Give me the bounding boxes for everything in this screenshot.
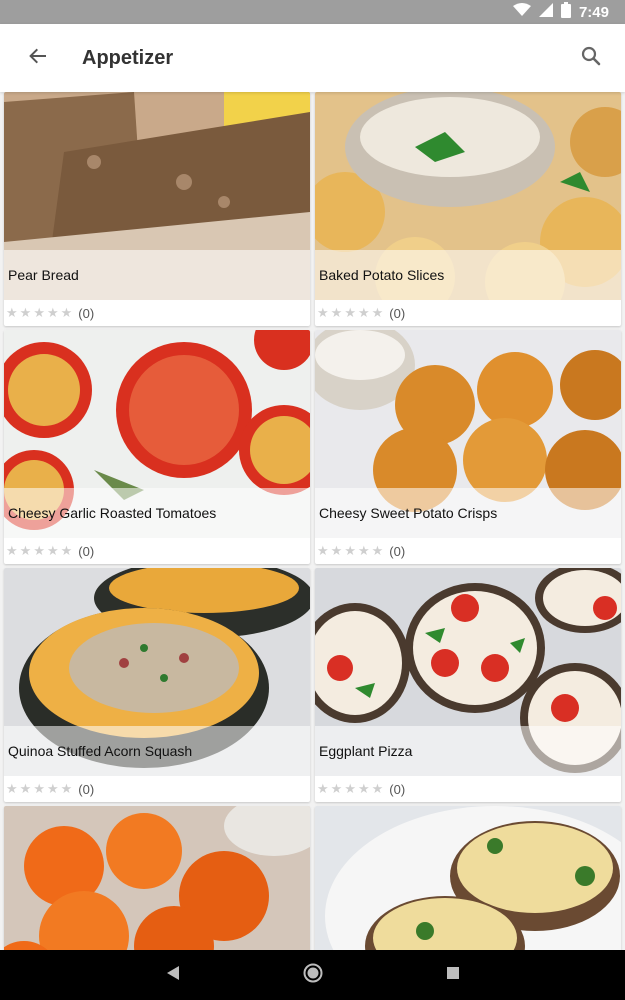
recipe-photo: [315, 806, 621, 950]
nav-home-button[interactable]: [298, 960, 328, 990]
recipe-card[interactable]: Eggplant Pizza ★ ★ ★ ★ ★ (0): [315, 568, 621, 802]
star-icon: ★: [344, 781, 356, 796]
star-icon: ★: [33, 305, 45, 320]
star-icon: ★: [19, 781, 32, 796]
star-icon: ★: [46, 781, 59, 796]
star-icon: ★: [317, 781, 329, 796]
status-time: 7:49: [578, 3, 609, 21]
recipe-card[interactable]: [315, 806, 621, 950]
star-icon: ★: [357, 543, 370, 558]
star-icon: ★: [371, 543, 384, 558]
recipe-photo: [4, 806, 310, 950]
rating-count: (0): [389, 305, 406, 321]
nav-recents-icon: [446, 966, 460, 985]
star-icon: ★: [357, 781, 370, 796]
signal-icon: [538, 3, 553, 21]
recipe-name: Pear Bread: [4, 250, 310, 300]
rating-count: (0): [78, 543, 95, 559]
search-icon: [581, 46, 601, 71]
recipe-card[interactable]: Baked Potato Slices ★ ★ ★ ★ ★ (0): [315, 92, 621, 326]
star-icon: ★: [6, 305, 18, 320]
recipe-name: Cheesy Sweet Potato Crisps: [315, 488, 621, 538]
rating-count: (0): [389, 543, 406, 559]
star-icon: ★: [60, 781, 73, 796]
star-icon: ★: [344, 305, 356, 320]
recipe-card[interactable]: Quinoa Stuffed Acorn Squash ★ ★ ★ ★ ★ (0): [4, 568, 310, 802]
star-icon: ★: [46, 305, 59, 320]
wifi-icon: [512, 3, 531, 21]
recipe-grid: Pear Bread ★ ★ ★ ★ ★ (0) Baked Potato Slices…: [0, 92, 625, 950]
rating-row: ★ ★ ★ ★ ★ (0): [6, 779, 94, 799]
star-icon: ★: [6, 781, 18, 796]
star-icon: ★: [330, 543, 343, 558]
recipe-name: Quinoa Stuffed Acorn Squash: [4, 726, 310, 776]
rating-row: ★ ★ ★ ★ ★ (0): [6, 541, 94, 561]
star-icon: ★: [371, 305, 384, 320]
star-icon: ★: [33, 543, 45, 558]
recipe-name: Eggplant Pizza: [315, 726, 621, 776]
search-button[interactable]: [571, 38, 611, 78]
star-icon: ★: [317, 305, 329, 320]
battery-icon: [560, 2, 571, 22]
app-bar: Appetizer: [0, 24, 625, 92]
recipe-card[interactable]: [4, 806, 310, 950]
rating-row: ★ ★ ★ ★ ★ (0): [317, 541, 405, 561]
star-icon: ★: [60, 305, 73, 320]
rating-row: ★ ★ ★ ★ ★ (0): [317, 303, 405, 323]
star-icon: ★: [344, 543, 356, 558]
nav-home-icon: [303, 963, 323, 988]
recipe-name: Baked Potato Slices: [315, 250, 621, 300]
rating-row: ★ ★ ★ ★ ★ (0): [317, 779, 405, 799]
rating-row: ★ ★ ★ ★ ★ (0): [6, 303, 94, 323]
recipe-name: Cheesy Garlic Roasted Tomatoes: [4, 488, 310, 538]
back-button[interactable]: [18, 38, 58, 78]
nav-back-icon: [166, 965, 180, 986]
back-arrow-icon: [28, 46, 48, 71]
star-icon: ★: [317, 543, 329, 558]
star-icon: ★: [357, 305, 370, 320]
star-icon: ★: [46, 543, 59, 558]
recipe-card[interactable]: Cheesy Sweet Potato Crisps ★ ★ ★ ★ ★ (0): [315, 330, 621, 564]
nav-recents-button[interactable]: [438, 960, 468, 990]
star-icon: ★: [33, 781, 45, 796]
status-bar: 7:49: [0, 0, 625, 24]
star-icon: ★: [330, 305, 343, 320]
rating-count: (0): [389, 781, 406, 797]
star-icon: ★: [60, 543, 73, 558]
rating-count: (0): [78, 781, 95, 797]
recipe-card[interactable]: Pear Bread ★ ★ ★ ★ ★ (0): [4, 92, 310, 326]
star-icon: ★: [19, 543, 32, 558]
star-icon: ★: [330, 781, 343, 796]
nav-back-button[interactable]: [158, 960, 188, 990]
star-icon: ★: [6, 543, 18, 558]
recipe-card[interactable]: Cheesy Garlic Roasted Tomatoes ★ ★ ★ ★ ★ (0): [4, 330, 310, 564]
page-title: Appetizer: [82, 46, 174, 69]
star-icon: ★: [371, 781, 384, 796]
star-icon: ★: [19, 305, 32, 320]
system-nav-bar: [0, 950, 625, 1000]
rating-count: (0): [78, 305, 95, 321]
